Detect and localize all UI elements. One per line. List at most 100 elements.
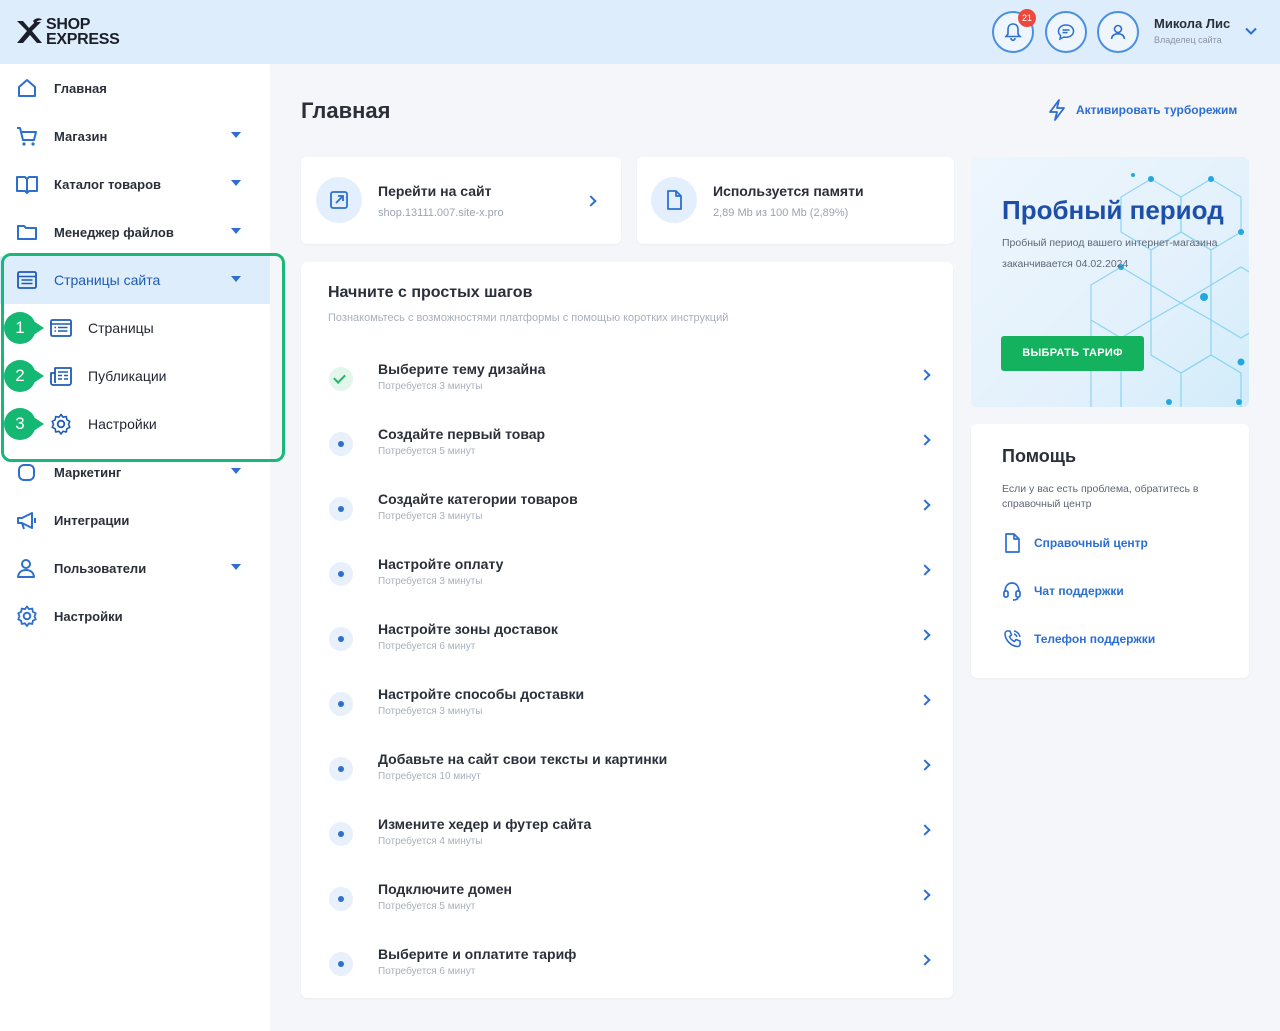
step-dot-icon (329, 822, 353, 846)
support-chat-link[interactable]: Чат поддержки (1002, 580, 1124, 602)
caret-down-icon (231, 276, 241, 282)
trial-text: Пробный период вашего интернет-магазина … (1002, 237, 1218, 270)
sidebar-subitem-label: Настройки (88, 416, 157, 432)
step-item[interactable]: Добавьте на сайт свои тексты и картинки П… (301, 747, 953, 812)
messages-button[interactable] (1045, 11, 1087, 53)
marketing-icon (18, 464, 35, 481)
gear-icon (17, 605, 37, 627)
sidebar-item-marketing[interactable]: Маркетинг (0, 448, 270, 496)
document-icon (1005, 533, 1020, 553)
step-item[interactable]: Измените хедер и футер сайта Потребуется … (301, 812, 953, 877)
sidebar-item-label: Страницы сайта (54, 272, 161, 288)
step-dot-icon (329, 497, 353, 521)
go-to-site-card[interactable]: Перейти на сайт shop.13111.007.site-x.pr… (301, 157, 621, 244)
help-link-label: Телефон поддержки (1034, 632, 1156, 646)
site-icon-circle (316, 177, 362, 223)
step-time: Потребуется 3 минуты (378, 576, 483, 587)
getting-started-card: Начните с простых шагов Познакомьтесь с … (301, 262, 953, 998)
step-title: Настройте оплату (378, 556, 504, 572)
help-link-label: Справочный центр (1034, 536, 1148, 550)
file-icon-circle (651, 177, 697, 223)
sidebar-item-shop[interactable]: Магазин (0, 112, 270, 160)
logo-text: SHOP EXPRESS (46, 16, 120, 48)
chevron-right-icon (919, 629, 931, 641)
notifications-button[interactable]: 21 (992, 9, 1036, 53)
shop-express-logo[interactable]: SHOP EXPRESS (14, 14, 124, 50)
sidebar-item-settings[interactable]: Настройки (0, 592, 270, 640)
sidebar-item-users[interactable]: Пользователи (0, 544, 270, 592)
step-dot-icon (329, 887, 353, 911)
sidebar-item-integrations[interactable]: Интеграции (0, 496, 270, 544)
caret-down-icon (231, 228, 241, 234)
sidebar-subitem-settings[interactable]: 3 Настройки (0, 400, 270, 448)
file-icon (667, 190, 682, 210)
card-subtitle: shop.13111.007.site-x.pro (378, 207, 504, 219)
help-center-link[interactable]: Справочный центр (1002, 532, 1148, 554)
user-name[interactable]: Микола Лис (1154, 16, 1230, 31)
caret-down-icon (231, 564, 241, 570)
sidebar-item-label: Каталог товаров (54, 176, 162, 192)
help-card: Помощь Если у вас есть проблема, обратит… (971, 424, 1249, 678)
step-dot-icon (329, 692, 353, 716)
step-item[interactable]: Выберите тему дизайна Потребуется 3 минут… (301, 357, 953, 422)
trial-title: Пробный период (1002, 195, 1224, 225)
book-icon (16, 176, 38, 194)
step-title: Создайте категории товаров (378, 491, 578, 507)
chevron-down-icon[interactable] (1244, 24, 1258, 38)
chevron-right-icon (919, 369, 931, 381)
lightning-icon (1049, 99, 1065, 121)
activate-turbo-link[interactable]: Активировать турборежим (1046, 98, 1237, 122)
sidebar-subitem-pages[interactable]: 1 Страницы (0, 304, 270, 352)
sidebar-item-catalog[interactable]: Каталог товаров (0, 160, 270, 208)
sidebar-item-label: Менеджер файлов (54, 224, 174, 240)
step-item[interactable]: Настройте способы доставки Потребуется 3 … (301, 682, 953, 747)
sidebar-subitem-label: Страницы (88, 320, 154, 336)
sidebar-subitem-publications[interactable]: 2 Публикации (0, 352, 270, 400)
step-number-badge: 2 (4, 360, 44, 392)
chevron-right-icon (585, 195, 597, 207)
step-time: Потребуется 3 минуты (378, 706, 483, 717)
step-dot-icon (329, 757, 353, 781)
step-item[interactable]: Создайте категории товаров Потребуется 3 … (301, 487, 953, 552)
help-title: Помощь (1002, 446, 1077, 466)
gear-icon (51, 413, 71, 435)
sidebar-item-home[interactable]: Главная (0, 64, 270, 112)
step-item[interactable]: Выберите и оплатите тариф Потребуется 6 м… (301, 942, 953, 1007)
card-title: Перейти на сайт (378, 183, 492, 199)
step-item[interactable]: Подключите домен Потребуется 5 минут (301, 877, 953, 942)
logo-line1: SHOP (46, 16, 91, 33)
home-icon (18, 79, 36, 97)
caret-down-icon (231, 468, 241, 474)
bell-icon (1004, 23, 1022, 42)
step-number-badge: 3 (4, 408, 44, 440)
chevron-right-icon (919, 694, 931, 706)
trial-period-card: Пробный период Пробный период вашего инт… (971, 157, 1249, 407)
step-title: Настройте зоны доставок (378, 621, 558, 637)
chat-icon (1057, 24, 1075, 41)
chevron-right-icon (919, 499, 931, 511)
chevron-right-icon (919, 434, 931, 446)
step-dot-icon (329, 562, 353, 586)
sidebar-item-label: Главная (54, 80, 107, 96)
folder-icon (17, 225, 37, 240)
top-header: SHOP EXPRESS 21 Микола Лис Владелец сайт… (0, 0, 1280, 64)
caret-down-icon (231, 180, 241, 186)
sidebar-item-site-pages[interactable]: Страницы сайта (0, 256, 270, 304)
checkmark-icon (329, 367, 353, 391)
step-item[interactable]: Создайте первый товар Потребуется 5 минут (301, 422, 953, 487)
help-description: Если у вас есть проблема, обратитесь в с… (1002, 483, 1199, 510)
newspaper-icon (50, 367, 72, 386)
sidebar-item-label: Интеграции (54, 512, 130, 528)
support-phone-link[interactable]: Телефон поддержки (1002, 628, 1155, 650)
step-item[interactable]: Настройте зоны доставок Потребуется 6 мин… (301, 617, 953, 682)
step-item[interactable]: Настройте оплату Потребуется 3 минуты (301, 552, 953, 617)
caret-down-icon (231, 132, 241, 138)
profile-button[interactable] (1097, 11, 1139, 53)
card-title: Используется памяти (713, 183, 864, 199)
step-number-badge: 1 (4, 312, 44, 344)
choose-plan-button[interactable]: ВЫБРАТЬ ТАРИФ (1001, 336, 1144, 371)
logo-mark-icon (17, 18, 42, 43)
sidebar-item-file-manager[interactable]: Менеджер файлов (0, 208, 270, 256)
user-icon (1110, 24, 1126, 40)
user-role: Владелец сайта (1154, 35, 1222, 45)
